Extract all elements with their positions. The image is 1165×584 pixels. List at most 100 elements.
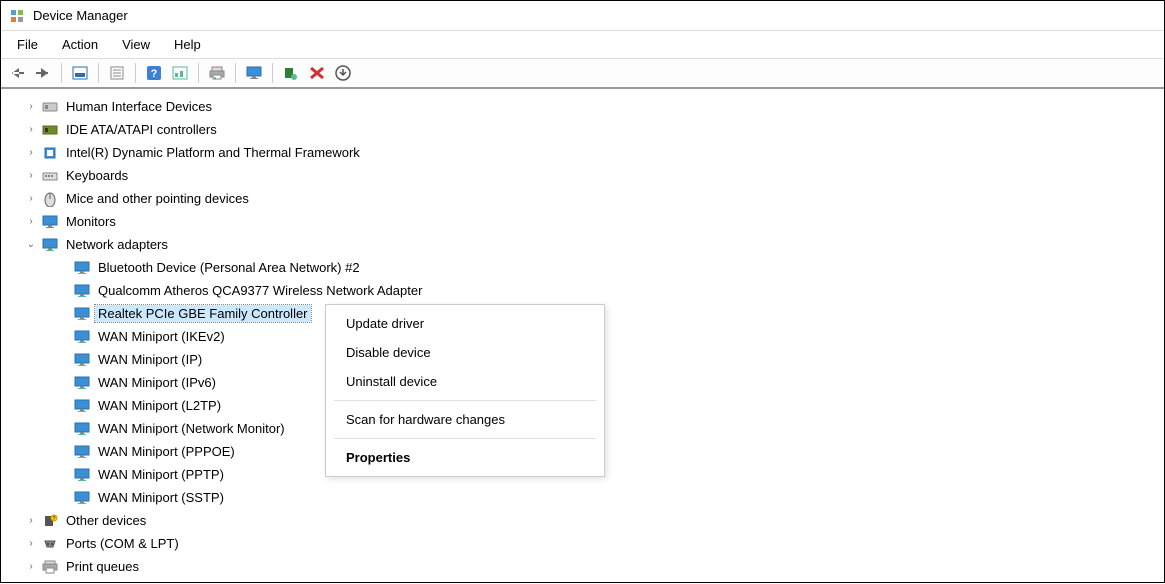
network-icon	[41, 236, 59, 254]
network-icon	[73, 397, 91, 415]
tree-child-label: WAN Miniport (IP)	[95, 351, 205, 368]
tree-child-label: Qualcomm Atheros QCA9377 Wireless Networ…	[95, 282, 425, 299]
tree-node-label: Network adapters	[63, 236, 171, 253]
chevron-right-icon[interactable]: ›	[25, 216, 37, 228]
menu-action[interactable]: Action	[50, 33, 110, 56]
chevron-right-icon[interactable]: ›	[25, 561, 37, 573]
disable-icon[interactable]	[305, 61, 329, 85]
properties-icon[interactable]	[105, 61, 129, 85]
uninstall-icon[interactable]	[331, 61, 355, 85]
keyboard-icon	[41, 167, 59, 185]
context-scan-hardware[interactable]: Scan for hardware changes	[326, 405, 604, 434]
tree-child-node[interactable]: Qualcomm Atheros QCA9377 Wireless Networ…	[1, 279, 1164, 302]
details-icon[interactable]	[168, 61, 192, 85]
tree-node[interactable]: › Print queues	[1, 555, 1164, 578]
tree-node[interactable]: › IDE ATA/ATAPI controllers	[1, 118, 1164, 141]
tree-node-label: IDE ATA/ATAPI controllers	[63, 121, 220, 138]
network-icon	[73, 374, 91, 392]
mouse-icon	[41, 190, 59, 208]
toolbar-separator	[272, 63, 273, 83]
context-separator	[334, 400, 596, 401]
context-menu: Update driver Disable device Uninstall d…	[325, 304, 605, 477]
chevron-right-icon[interactable]: ›	[25, 538, 37, 550]
tree-node[interactable]: › Mice and other pointing devices	[1, 187, 1164, 210]
tree-node[interactable]: ⌄ Network adapters	[1, 233, 1164, 256]
ide-icon	[41, 121, 59, 139]
port-icon	[41, 535, 59, 553]
show-hidden-icon[interactable]	[68, 61, 92, 85]
network-icon	[73, 351, 91, 369]
printer-icon	[41, 558, 59, 576]
tree-node[interactable]: ›? Other devices	[1, 509, 1164, 532]
tree-child-node[interactable]: WAN Miniport (SSTP)	[1, 486, 1164, 509]
monitor-icon[interactable]	[242, 61, 266, 85]
tree-child-label: WAN Miniport (SSTP)	[95, 489, 227, 506]
tree-child-label: Bluetooth Device (Personal Area Network)…	[95, 259, 363, 276]
tree-node-label: Human Interface Devices	[63, 98, 215, 115]
tree-node[interactable]: › Human Interface Devices	[1, 95, 1164, 118]
chip-icon	[41, 144, 59, 162]
network-icon	[73, 420, 91, 438]
network-icon	[73, 466, 91, 484]
tree-node-label: Intel(R) Dynamic Platform and Thermal Fr…	[63, 144, 363, 161]
tree-child-node[interactable]: Bluetooth Device (Personal Area Network)…	[1, 256, 1164, 279]
tree-child-label: WAN Miniport (IPv6)	[95, 374, 219, 391]
svg-text:?: ?	[53, 516, 56, 522]
tree-node[interactable]: › Intel(R) Dynamic Platform and Thermal F…	[1, 141, 1164, 164]
chevron-right-icon[interactable]: ›	[25, 124, 37, 136]
toolbar-separator	[235, 63, 236, 83]
network-icon	[73, 443, 91, 461]
print-icon[interactable]	[205, 61, 229, 85]
context-disable-device[interactable]: Disable device	[326, 338, 604, 367]
tree-node[interactable]: › Ports (COM & LPT)	[1, 532, 1164, 555]
context-properties[interactable]: Properties	[326, 443, 604, 472]
tree-child-label: Realtek PCIe GBE Family Controller	[95, 305, 311, 322]
chevron-right-icon[interactable]: ›	[25, 515, 37, 527]
tree-node-label: Print queues	[63, 558, 142, 575]
tree-node-label: Keyboards	[63, 167, 131, 184]
menu-view[interactable]: View	[110, 33, 162, 56]
hid-icon	[41, 98, 59, 116]
chevron-right-icon[interactable]: ›	[25, 147, 37, 159]
toolbar-separator	[61, 63, 62, 83]
tree-node-label: Ports (COM & LPT)	[63, 535, 182, 552]
tree-node[interactable]: › Keyboards	[1, 164, 1164, 187]
network-icon	[73, 282, 91, 300]
menu-help[interactable]: Help	[162, 33, 213, 56]
network-icon	[73, 328, 91, 346]
monitor-icon	[41, 213, 59, 231]
menubar: File Action View Help	[1, 31, 1164, 59]
tree-child-label: WAN Miniport (PPTP)	[95, 466, 227, 483]
tree-child-label: WAN Miniport (L2TP)	[95, 397, 224, 414]
update-driver-icon[interactable]	[279, 61, 303, 85]
tree-node-label: Monitors	[63, 213, 119, 230]
tree-child-label: WAN Miniport (Network Monitor)	[95, 420, 288, 437]
tree-node[interactable]: › Monitors	[1, 210, 1164, 233]
network-icon	[73, 489, 91, 507]
menu-file[interactable]: File	[5, 33, 50, 56]
context-uninstall-device[interactable]: Uninstall device	[326, 367, 604, 396]
titlebar: Device Manager	[1, 1, 1164, 31]
toolbar-separator	[98, 63, 99, 83]
chevron-right-icon[interactable]: ›	[25, 193, 37, 205]
svg-text:?: ?	[151, 68, 158, 80]
app-icon	[9, 8, 25, 24]
context-separator	[334, 438, 596, 439]
back-icon[interactable]	[5, 61, 29, 85]
window-title: Device Manager	[33, 8, 128, 23]
context-update-driver[interactable]: Update driver	[326, 309, 604, 338]
chevron-down-icon[interactable]: ⌄	[25, 239, 37, 251]
toolbar-separator	[198, 63, 199, 83]
toolbar: ?	[1, 59, 1164, 89]
device-tree: › Human Interface Devices › IDE ATA/ATAPI c…	[1, 89, 1164, 584]
tree-node-label: Mice and other pointing devices	[63, 190, 252, 207]
tree-node-label: Other devices	[63, 512, 149, 529]
chevron-right-icon[interactable]: ›	[25, 170, 37, 182]
network-icon	[73, 259, 91, 277]
toolbar-separator	[135, 63, 136, 83]
chevron-right-icon[interactable]: ›	[25, 101, 37, 113]
network-icon	[73, 305, 91, 323]
tree-child-label: WAN Miniport (IKEv2)	[95, 328, 228, 345]
help-icon[interactable]: ?	[142, 61, 166, 85]
forward-icon[interactable]	[31, 61, 55, 85]
